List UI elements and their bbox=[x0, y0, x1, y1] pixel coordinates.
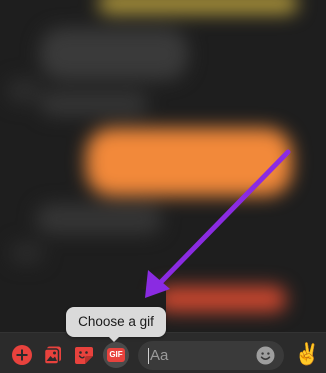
quick-reaction-button[interactable]: ✌️ bbox=[294, 341, 320, 369]
message-bubble bbox=[40, 28, 188, 80]
avatar bbox=[10, 242, 44, 264]
photo-icon[interactable] bbox=[42, 344, 64, 366]
gif-icon: GIF bbox=[107, 348, 125, 362]
emoji-icon[interactable] bbox=[256, 346, 275, 365]
message-bubble bbox=[156, 286, 286, 312]
message-bubble bbox=[36, 204, 162, 234]
chat-history bbox=[0, 0, 326, 332]
message-bubble bbox=[98, 0, 298, 14]
message-composer: GIF ✌️ bbox=[0, 332, 326, 373]
sticker-icon[interactable] bbox=[73, 344, 95, 366]
message-input[interactable] bbox=[150, 341, 250, 370]
gif-tooltip: Choose a gif bbox=[66, 307, 166, 337]
message-bubble bbox=[40, 92, 148, 116]
messenger-screen: GIF ✌️ Choose a gif bbox=[0, 0, 326, 373]
tooltip-pointer bbox=[108, 336, 120, 342]
plus-circle-icon[interactable] bbox=[11, 344, 33, 366]
avatar bbox=[6, 78, 42, 104]
gif-button[interactable]: GIF bbox=[103, 342, 129, 368]
message-bubble bbox=[86, 128, 292, 196]
blurred-messages bbox=[0, 0, 326, 332]
text-cursor bbox=[148, 348, 149, 364]
message-input-container[interactable] bbox=[138, 341, 284, 370]
